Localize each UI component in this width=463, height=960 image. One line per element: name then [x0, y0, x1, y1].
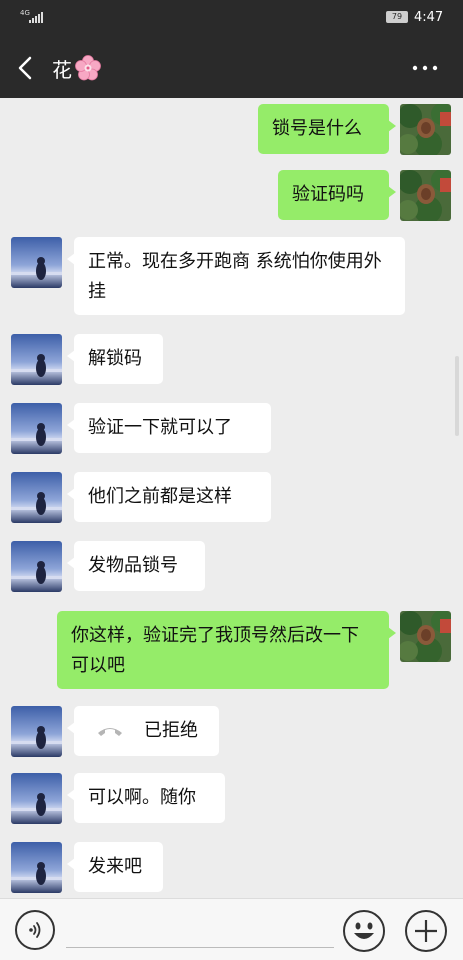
message-text: 验证码吗	[292, 184, 364, 205]
cherry-blossom-icon	[75, 55, 101, 81]
contact-avatar[interactable]	[11, 237, 62, 288]
message-row: 锁号是什么	[0, 104, 463, 158]
chat-header: 花	[0, 36, 463, 98]
message-bubble[interactable]: 发物品锁号	[67, 541, 205, 591]
message-bubble[interactable]: 锁号是什么	[258, 104, 396, 154]
emoji-button[interactable]	[343, 910, 385, 952]
message-text: 你这样，验证完了我顶号然后改一下可以吧	[71, 625, 359, 676]
message-text: 他们之前都是这样	[88, 486, 232, 507]
voice-icon	[29, 922, 41, 938]
message-row: 你这样，验证完了我顶号然后改一下可以吧	[0, 611, 463, 693]
message-row: 验证码吗	[0, 170, 463, 224]
message-text: 验证一下就可以了	[88, 417, 232, 438]
message-bubble[interactable]: 验证码吗	[278, 170, 396, 220]
chat-title: 花	[52, 58, 72, 82]
more-button[interactable]	[410, 60, 440, 76]
emoji-icon	[354, 922, 374, 939]
phone-hangup-icon	[98, 728, 122, 736]
call-status-text: 已拒绝	[144, 720, 198, 741]
message-bubble[interactable]: 他们之前都是这样	[67, 472, 271, 522]
message-row: 可以啊。随你	[0, 773, 463, 827]
contact-avatar[interactable]	[11, 773, 62, 824]
message-row: 他们之前都是这样	[0, 472, 463, 526]
message-input[interactable]	[66, 913, 338, 947]
back-button[interactable]	[14, 54, 38, 82]
message-text: 锁号是什么	[272, 118, 362, 139]
message-list[interactable]: 锁号是什么 验证码吗 正常。现在多开跑商 系统怕你使用外挂 解锁码 验证一下就可…	[0, 98, 463, 898]
message-bubble[interactable]: 发来吧	[67, 842, 163, 892]
contact-avatar[interactable]	[11, 842, 62, 893]
message-text: 发来吧	[88, 856, 142, 877]
message-text: 发物品锁号	[88, 555, 178, 576]
message-row: 解锁码	[0, 334, 463, 388]
message-row: 已拒绝	[0, 706, 463, 760]
battery-icon: 79	[386, 11, 408, 23]
status-time: 4:47	[414, 10, 444, 25]
self-avatar[interactable]	[400, 611, 451, 662]
message-bubble[interactable]: 正常。现在多开跑商 系统怕你使用外挂	[67, 237, 405, 315]
self-avatar[interactable]	[400, 104, 451, 155]
message-bubble[interactable]: 解锁码	[67, 334, 163, 384]
signal-icon	[29, 12, 43, 23]
contact-avatar[interactable]	[11, 403, 62, 454]
message-row: 验证一下就可以了	[0, 403, 463, 457]
contact-avatar[interactable]	[11, 706, 62, 757]
plus-button[interactable]	[405, 910, 447, 952]
message-text: 正常。现在多开跑商 系统怕你使用外挂	[88, 251, 382, 302]
input-underline	[66, 947, 334, 948]
message-bubble[interactable]: 你这样，验证完了我顶号然后改一下可以吧	[57, 611, 396, 689]
input-bar	[0, 898, 463, 960]
status-bar: 4G 79 4:47	[0, 0, 463, 36]
call-record-bubble[interactable]: 已拒绝	[67, 706, 219, 756]
self-avatar[interactable]	[400, 170, 451, 221]
message-text: 可以啊。随你	[88, 787, 196, 808]
contact-avatar[interactable]	[11, 472, 62, 523]
contact-avatar[interactable]	[11, 541, 62, 592]
voice-button[interactable]	[15, 910, 55, 950]
message-row: 正常。现在多开跑商 系统怕你使用外挂	[0, 237, 463, 319]
message-row: 发物品锁号	[0, 541, 463, 595]
message-bubble[interactable]: 验证一下就可以了	[67, 403, 271, 453]
message-row: 发来吧	[0, 842, 463, 896]
message-text: 解锁码	[88, 348, 142, 369]
message-bubble[interactable]: 可以啊。随你	[67, 773, 225, 823]
plus-icon	[415, 920, 437, 942]
contact-avatar[interactable]	[11, 334, 62, 385]
